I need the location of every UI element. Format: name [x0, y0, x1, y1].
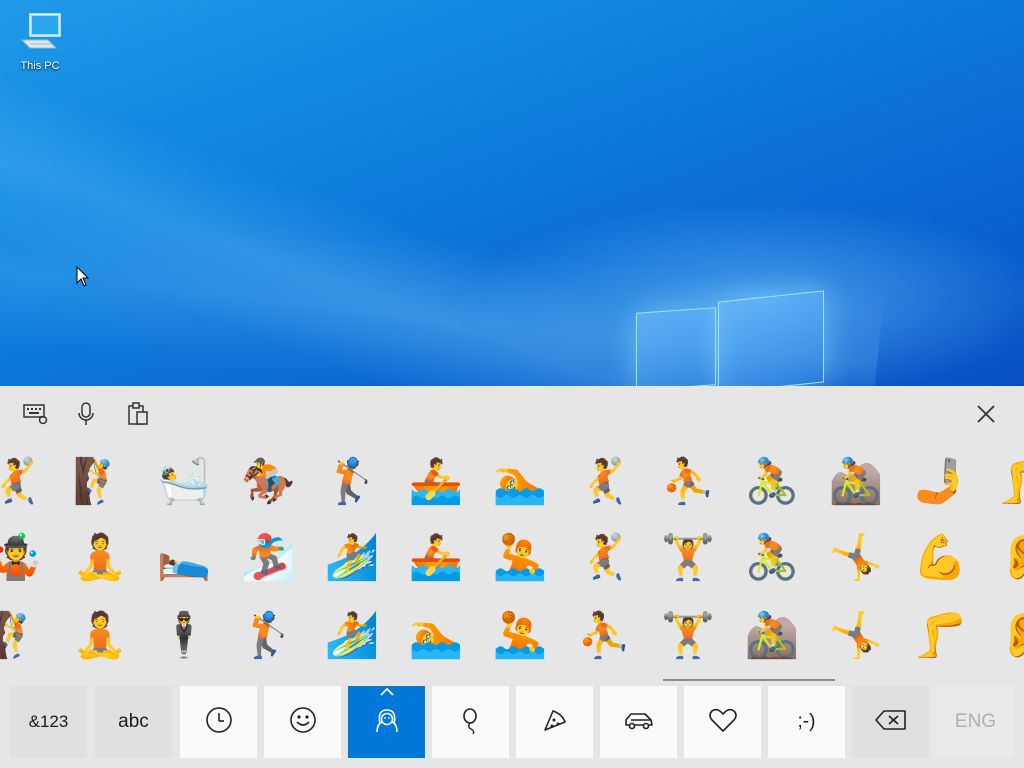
emoji-key[interactable]: ⛹ — [658, 452, 718, 512]
person-icon — [371, 704, 403, 741]
emoji-key[interactable]: 🦵 — [994, 452, 1024, 512]
backspace-key[interactable] — [852, 686, 929, 758]
keyboard-settings-icon — [23, 404, 48, 425]
emoji-key[interactable]: 🛌 — [154, 528, 214, 588]
emoji-key[interactable]: 🧗 — [0, 606, 46, 666]
travel-emoji-tab[interactable] — [600, 686, 677, 758]
desktop-icon-label: This PC — [20, 60, 60, 72]
emoji-key[interactable]: 🏊 — [490, 452, 550, 512]
car-icon — [623, 705, 655, 740]
close-keyboard-button[interactable] — [972, 400, 1000, 428]
heart-icon — [707, 705, 739, 740]
pizza-icon — [540, 705, 570, 740]
desktop-icon-this-pc[interactable]: This PC — [14, 10, 66, 72]
emoji-key[interactable]: 🚴 — [742, 528, 802, 588]
emoji-key[interactable]: 🏄 — [322, 606, 382, 666]
scroll-indicator[interactable] — [663, 679, 835, 681]
numbers-key-label: &123 — [28, 712, 69, 731]
recent-emoji-tab[interactable] — [180, 686, 257, 758]
keyboard-settings-button[interactable] — [22, 400, 50, 428]
numbers-key[interactable]: &123 — [10, 686, 87, 758]
emoji-key[interactable]: 🤽 — [490, 606, 550, 666]
emoji-key[interactable]: 🧗 — [70, 452, 130, 512]
keyboard-toolbar — [0, 386, 1024, 442]
emoji-key[interactable]: 🏌 — [238, 606, 298, 666]
clipboard-icon — [128, 402, 148, 425]
abc-key[interactable]: abc — [95, 686, 172, 758]
emoji-key[interactable]: 🕴 — [154, 606, 214, 666]
emoji-key[interactable]: 🏂 — [238, 528, 298, 588]
emoji-key[interactable]: 🤸 — [826, 606, 886, 666]
backspace-icon — [874, 707, 908, 738]
emoji-key[interactable]: 🤳 — [910, 452, 970, 512]
clipboard-button[interactable] — [124, 400, 152, 428]
emoji-key[interactable]: 🤾 — [574, 528, 634, 588]
emoji-key[interactable]: 🚣 — [406, 452, 466, 512]
emoji-key[interactable]: 🤾 — [0, 452, 46, 512]
emoji-key[interactable]: 🏄 — [322, 528, 382, 588]
emoji-key[interactable]: 🏊 — [406, 606, 466, 666]
abc-key-label: abc — [118, 711, 149, 732]
emoji-key[interactable]: 🚵 — [826, 452, 886, 512]
monitor-icon — [20, 13, 61, 49]
chevron-up-icon — [379, 684, 395, 702]
emoji-key[interactable]: 🏌 — [322, 452, 382, 512]
keyboard-bottom-row: &123 abc ;-) ENG — [0, 684, 1024, 768]
emoji-key[interactable]: 🤸 — [826, 528, 886, 588]
people-emoji-tab[interactable] — [348, 686, 425, 758]
food-emoji-tab[interactable] — [516, 686, 593, 758]
emoji-key[interactable]: 🧘 — [70, 528, 130, 588]
smiley-icon — [288, 705, 318, 740]
language-key-label: ENG — [954, 711, 997, 732]
emoticon-tab-label: ;-) — [797, 711, 816, 732]
emoji-key[interactable]: 🏇 — [238, 452, 298, 512]
heart-emoji-tab[interactable] — [684, 686, 761, 758]
emoji-grid: 🤾 🧗 🛀 🏇 🏌 🚣 🏊 🤾 ⛹ 🚴 🚵 🤳 🦵 🤹 🧘 🛌 🏂 🏄 🚣 🤽 🤾 🏋 🚴 🤸 💪 👂 🧗 🧘 🕴 🏌 🏄 🏊 🤽 ⛹ 🏋 🚵 🤸 🦵 👂 — [0, 444, 1024, 680]
emoji-key[interactable]: 🚵 — [742, 606, 802, 666]
voice-typing-button[interactable] — [72, 400, 100, 428]
emoji-key[interactable]: 🏋 — [658, 606, 718, 666]
clock-icon — [204, 705, 234, 740]
emoji-key[interactable]: 👂 — [994, 606, 1024, 666]
windows-logo — [636, 288, 826, 386]
desktop: This PC — [0, 0, 1024, 386]
microphone-icon — [78, 402, 94, 425]
touch-keyboard: 🤾 🧗 🛀 🏇 🏌 🚣 🏊 🤾 ⛹ 🚴 🚵 🤳 🦵 🤹 🧘 🛌 🏂 🏄 🚣 🤽 🤾 🏋 🚴 🤸 💪 👂 🧗 🧘 🕴 🏌 🏄 🏊 🤽 ⛹ 🏋 🚵 🤸 🦵 👂 … — [0, 386, 1024, 768]
emoji-key[interactable]: 👂 — [994, 528, 1024, 588]
emoji-key[interactable]: 🧘 — [70, 606, 130, 666]
balloon-icon — [456, 705, 486, 740]
emoji-key[interactable]: 🚣 — [406, 528, 466, 588]
emoji-key[interactable]: ⛹ — [574, 606, 634, 666]
emoji-key[interactable]: 🦵 — [910, 606, 970, 666]
emoji-key[interactable]: 🚴 — [742, 452, 802, 512]
smiley-emoji-tab[interactable] — [264, 686, 341, 758]
emoticon-tab[interactable]: ;-) — [768, 686, 845, 758]
mouse-cursor-icon — [76, 266, 90, 287]
emoji-key[interactable]: 🤽 — [490, 528, 550, 588]
emoji-key[interactable]: 💪 — [910, 528, 970, 588]
close-icon — [977, 405, 995, 423]
emoji-key[interactable]: 🤹 — [0, 528, 46, 588]
emoji-key[interactable]: 🤾 — [574, 452, 634, 512]
language-key[interactable]: ENG — [937, 686, 1014, 758]
celebration-emoji-tab[interactable] — [432, 686, 509, 758]
emoji-key[interactable]: 🏋 — [658, 528, 718, 588]
emoji-key[interactable]: 🛀 — [154, 452, 214, 512]
